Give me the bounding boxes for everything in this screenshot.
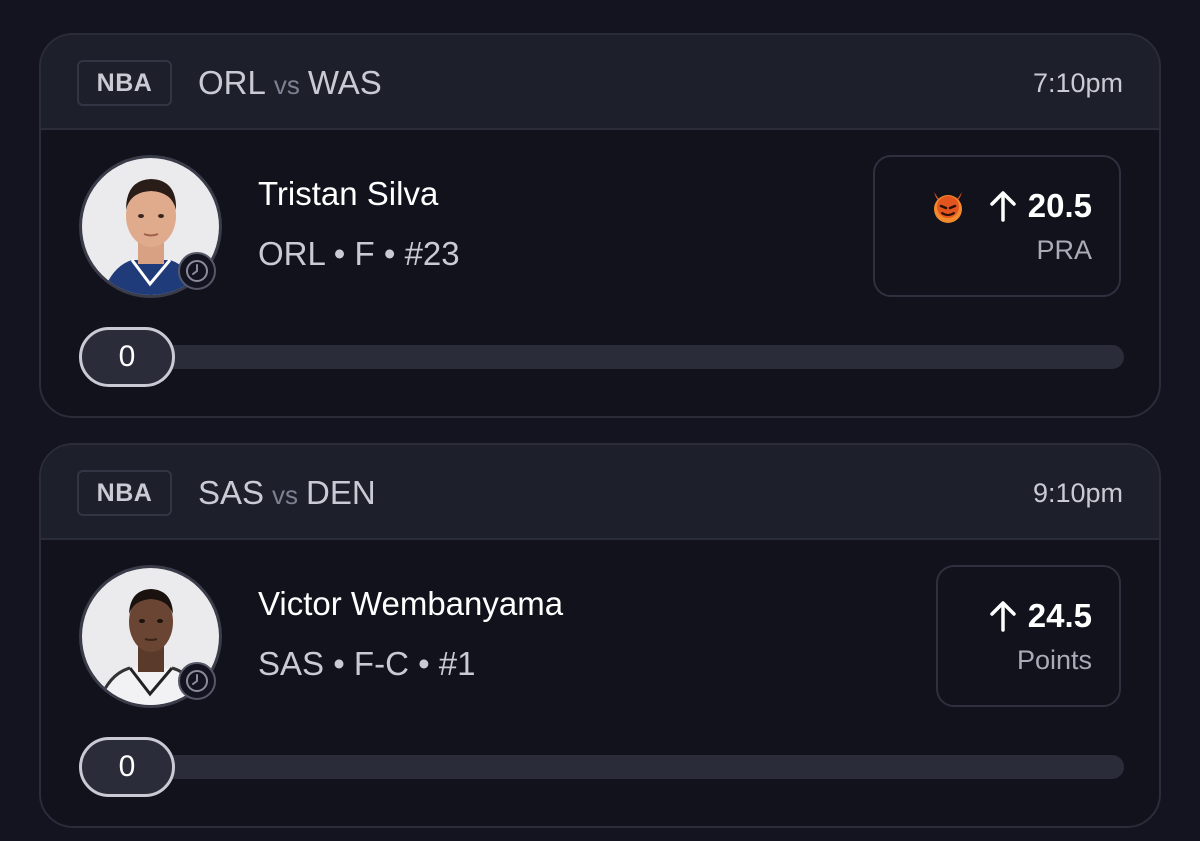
progress-value: 0 <box>79 737 175 797</box>
game-time: 7:10pm <box>1032 67 1123 98</box>
demon-icon <box>928 186 968 226</box>
arrow-up-icon <box>990 191 1016 222</box>
player-name: Tristan Silva <box>258 175 439 212</box>
player-meta: SAS • F-C • #1 <box>258 645 476 682</box>
game-time: 9:10pm <box>1032 477 1123 508</box>
home-team: SAS <box>198 474 265 511</box>
game-header: NBA SAS vs DEN 9:10pm <box>41 445 1159 540</box>
player-avatar[interactable] <box>79 155 222 298</box>
league-badge: NBA <box>77 470 172 516</box>
game-header: NBA ORL vs WAS 7:10pm <box>41 35 1159 130</box>
clock-icon <box>178 252 216 290</box>
line-value: 20.5 <box>1027 187 1092 224</box>
stat-type: PRA <box>1036 235 1092 265</box>
line-value: 24.5 <box>1027 597 1092 634</box>
league-badge: NBA <box>77 60 172 106</box>
line-row: 20.5 <box>928 183 1092 229</box>
vs-label: vs <box>273 69 300 100</box>
stat-type: Points <box>1016 645 1092 675</box>
clock-icon <box>178 662 216 700</box>
projection-box[interactable]: 24.5 Points <box>936 565 1121 707</box>
projection-box[interactable]: 20.5 PRA <box>873 155 1121 297</box>
vs-label: vs <box>272 479 299 510</box>
picks-list: NBA ORL vs WAS 7:10pm Tristan Silva ORL … <box>0 0 1200 841</box>
progress-value: 0 <box>79 327 175 387</box>
progress-track <box>89 345 1124 369</box>
player-name: Victor Wembanyama <box>258 585 564 622</box>
line-row: 24.5 <box>988 593 1092 639</box>
player-avatar[interactable] <box>79 565 222 708</box>
pick-card[interactable]: NBA ORL vs WAS 7:10pm Tristan Silva ORL … <box>39 33 1161 418</box>
matchup: SAS vs DEN <box>198 471 376 515</box>
pick-card[interactable]: NBA SAS vs DEN 9:10pm Victor Wembanyama … <box>39 443 1161 828</box>
arrow-up-icon <box>990 601 1016 632</box>
matchup: ORL vs WAS <box>198 61 382 105</box>
progress-track <box>89 755 1124 779</box>
away-team: WAS <box>307 64 382 101</box>
home-team: ORL <box>198 64 266 101</box>
away-team: DEN <box>306 474 376 511</box>
player-meta: ORL • F • #23 <box>258 235 460 272</box>
